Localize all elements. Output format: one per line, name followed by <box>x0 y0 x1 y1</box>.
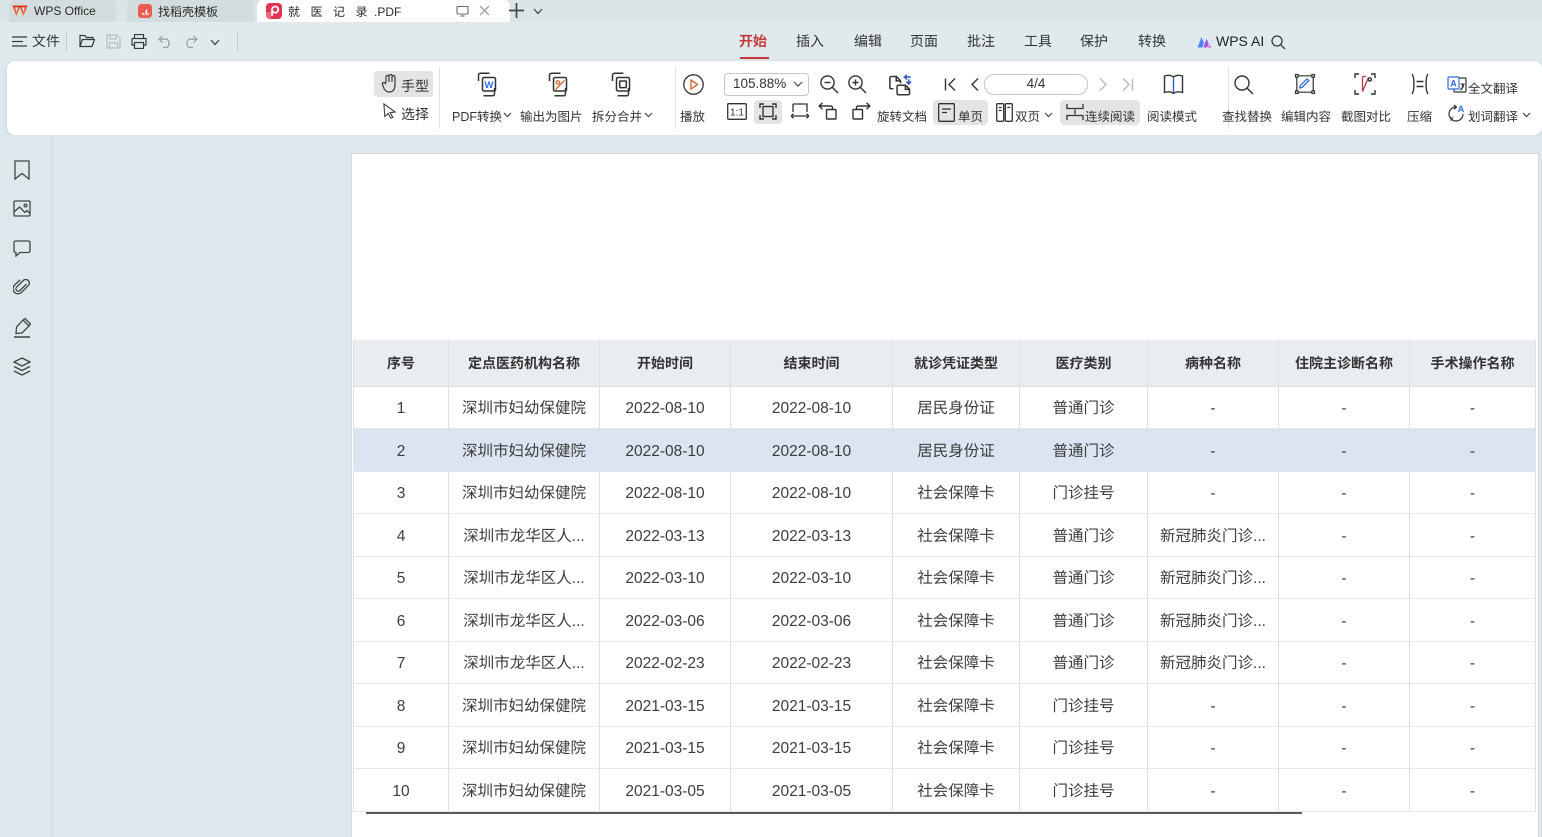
svg-text:x: x <box>1450 114 1454 123</box>
svg-text:1:1: 1:1 <box>730 108 744 119</box>
svg-text:A: A <box>1450 79 1457 89</box>
svg-text:A: A <box>1458 104 1465 114</box>
svg-text:W: W <box>485 80 494 91</box>
